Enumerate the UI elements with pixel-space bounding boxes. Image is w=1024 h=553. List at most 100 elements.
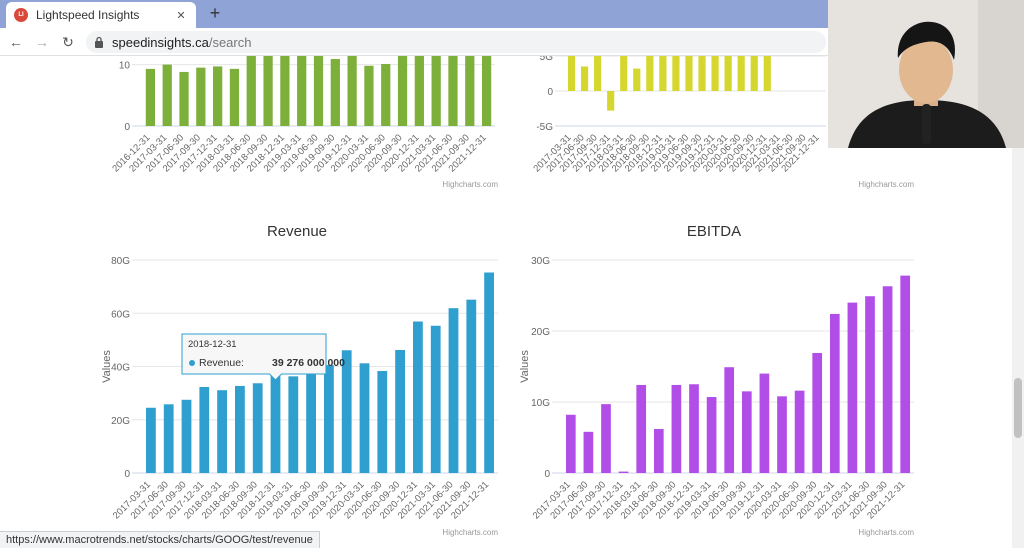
bar — [414, 56, 424, 126]
scrollbar-track[interactable] — [1012, 148, 1024, 548]
bar — [146, 407, 156, 473]
bar — [347, 56, 357, 126]
y-tick-label: 0 — [547, 87, 553, 98]
bar — [759, 373, 770, 473]
new-tab-plus-icon[interactable]: + — [204, 2, 226, 24]
bar — [413, 321, 423, 473]
bar — [162, 64, 172, 126]
bar — [646, 56, 654, 91]
chart-title: Revenue — [267, 223, 327, 240]
bar — [653, 428, 664, 473]
chart-1: 0102016-12-312017-03-312017-06-302017-09… — [110, 56, 498, 189]
bar — [777, 396, 787, 473]
tooltip-value: 39 276 000 000 — [272, 357, 345, 369]
bar — [711, 56, 719, 91]
bar — [181, 399, 192, 473]
bar — [481, 56, 492, 126]
highcharts-credit: Highcharts.com — [858, 180, 914, 189]
bar — [706, 397, 717, 473]
y-tick-label: 20G — [531, 327, 550, 338]
bar — [607, 91, 615, 111]
bar — [829, 313, 840, 473]
site-favicon-icon: LI — [14, 8, 28, 22]
tooltip-date: 2018-12-31 — [188, 339, 237, 350]
close-icon[interactable]: ✕ — [174, 9, 188, 22]
presenter-image — [828, 0, 1024, 148]
bar — [847, 302, 858, 473]
y-tick-label: 0 — [544, 469, 550, 480]
bar — [306, 369, 316, 473]
reload-icon[interactable]: ↻ — [58, 32, 78, 52]
tooltip-label: Revenue: — [199, 357, 244, 369]
bar — [448, 308, 459, 473]
bar — [594, 56, 602, 91]
bar — [246, 56, 256, 126]
y-tick-label: 60G — [111, 309, 130, 320]
y-tick-label: 10G — [531, 398, 550, 409]
back-arrow-icon[interactable]: ← — [6, 32, 26, 52]
bar — [263, 56, 273, 126]
chart-title: EBITDA — [687, 223, 741, 240]
bar — [865, 296, 875, 473]
bar — [381, 63, 391, 126]
bar — [397, 56, 408, 126]
bar — [567, 56, 576, 91]
bar — [330, 59, 340, 126]
webcam-overlay — [828, 0, 1024, 148]
bar — [364, 65, 374, 126]
bar — [689, 384, 699, 473]
url-path: /search — [208, 34, 252, 50]
bar — [741, 391, 752, 473]
tooltip-series-dot-icon — [189, 360, 195, 366]
y-tick-label: 10 — [119, 61, 131, 72]
y-tick-label: 0 — [124, 122, 130, 133]
bar — [633, 68, 641, 91]
status-bar-url: https://www.macrotrends.net/stocks/chart… — [0, 531, 320, 548]
bar — [812, 353, 823, 473]
bar — [359, 363, 370, 473]
highcharts-credit: Highcharts.com — [442, 528, 498, 537]
bar — [229, 68, 240, 126]
address-bar[interactable]: speedinsights.ca/search — [86, 31, 826, 53]
bar — [213, 66, 223, 126]
bar — [235, 385, 245, 473]
bar — [601, 404, 611, 473]
highcharts-credit: Highcharts.com — [442, 180, 498, 189]
bar — [636, 384, 647, 473]
bar — [737, 56, 745, 91]
chart-3: RevenueValues020G40G60G80G2017-03-312017… — [101, 223, 498, 537]
browser-tab[interactable]: LI Lightspeed Insights ✕ — [6, 2, 196, 28]
bar — [882, 286, 893, 473]
bar — [324, 365, 334, 473]
bar — [252, 383, 263, 473]
scrollbar-thumb[interactable] — [1014, 378, 1022, 438]
bar — [196, 67, 206, 126]
bar — [900, 275, 911, 473]
bar — [659, 56, 667, 91]
bar — [620, 56, 628, 91]
bar — [199, 387, 210, 473]
bar — [724, 56, 732, 91]
y-tick-label: 0 — [124, 469, 130, 480]
y-tick-label: 20G — [111, 416, 130, 427]
bar — [217, 390, 227, 473]
bar — [395, 349, 405, 473]
chart-tooltip: 2018-12-31 Revenue: 39 276 000 000 — [181, 333, 345, 381]
bar — [297, 56, 307, 126]
bar — [763, 56, 771, 91]
y-tick-label: 40G — [111, 363, 130, 374]
tab-title: Lightspeed Insights — [36, 8, 140, 22]
forward-arrow-icon[interactable]: → — [32, 32, 52, 52]
y-tick-label: -5G — [536, 122, 553, 133]
bar — [466, 299, 477, 473]
chart-4: EBITDAValues010G20G30G2017-03-312017-06-… — [519, 223, 914, 537]
bar — [270, 368, 281, 473]
bar — [377, 371, 388, 473]
bar — [431, 56, 441, 126]
bar — [671, 384, 682, 473]
url-host: speedinsights.ca — [112, 34, 209, 50]
bar — [565, 414, 576, 473]
bar — [580, 66, 589, 91]
bar — [698, 56, 706, 91]
lock-icon — [94, 36, 106, 48]
